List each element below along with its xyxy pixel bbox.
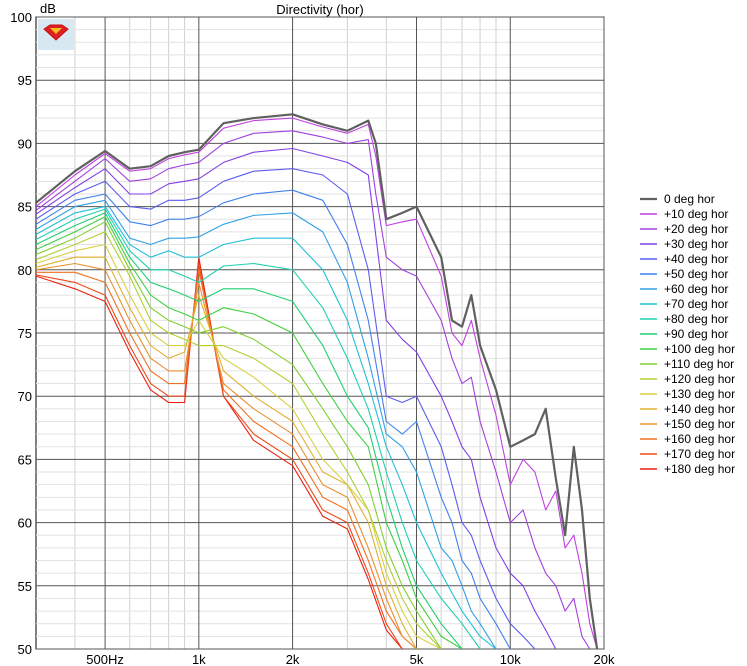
legend-entry: +60 deg hor bbox=[664, 282, 728, 296]
x-tick-label: 500Hz bbox=[86, 652, 124, 666]
x-tick-label: 20k bbox=[594, 652, 615, 666]
app-logo bbox=[38, 19, 74, 50]
y-tick-label: 55 bbox=[18, 579, 32, 594]
x-tick-label: 2k bbox=[286, 652, 300, 666]
chart-title: Directivity (hor) bbox=[276, 2, 363, 17]
legend-entry: +20 deg hor bbox=[664, 222, 728, 236]
y-tick-label: 80 bbox=[18, 263, 32, 278]
y-tick-label: 95 bbox=[18, 73, 32, 88]
legend-entry: +40 deg hor bbox=[664, 252, 728, 266]
x-tick-label: 10k bbox=[500, 652, 521, 666]
y-tick-label: 100 bbox=[10, 10, 32, 25]
legend-entry: +70 deg hor bbox=[664, 297, 728, 311]
legend-entry: +90 deg hor bbox=[664, 327, 728, 341]
legend-entry: +170 deg hor bbox=[664, 447, 735, 461]
legend-entry: +80 deg hor bbox=[664, 312, 728, 326]
y-tick-label: 50 bbox=[18, 642, 32, 657]
legend-entry: +30 deg hor bbox=[664, 237, 728, 251]
y-tick-label: 60 bbox=[18, 516, 32, 531]
legend-entry: +50 deg hor bbox=[664, 267, 728, 281]
legend-entry: +160 deg hor bbox=[664, 432, 735, 446]
legend-entry: +100 deg hor bbox=[664, 342, 735, 356]
legend-entry: +10 deg hor bbox=[664, 207, 728, 221]
x-tick-label: 1k bbox=[192, 652, 206, 666]
legend-entry: +130 deg hor bbox=[664, 387, 735, 401]
legend-entry: 0 deg hor bbox=[664, 192, 715, 206]
legend-entry: +140 deg hor bbox=[664, 402, 735, 416]
legend-entry: +120 deg hor bbox=[664, 372, 735, 386]
legend-entry: +180 deg hor bbox=[664, 462, 735, 476]
legend-entry: +110 deg hor bbox=[664, 357, 734, 371]
y-tick-label: 85 bbox=[18, 200, 32, 215]
x-tick-label: 5k bbox=[410, 652, 424, 666]
y-tick-label: 70 bbox=[18, 389, 32, 404]
y-axis-label: dB bbox=[40, 1, 56, 16]
directivity-chart: 50 55 60 65 70 75 80 85 90 95 100 500Hz 1k 2k 5k 10k 20k… bbox=[0, 0, 747, 666]
legend-entry: +150 deg hor bbox=[664, 417, 735, 431]
y-tick-label: 75 bbox=[18, 326, 32, 341]
y-tick-label: 65 bbox=[18, 452, 32, 467]
y-tick-label: 90 bbox=[18, 136, 32, 151]
